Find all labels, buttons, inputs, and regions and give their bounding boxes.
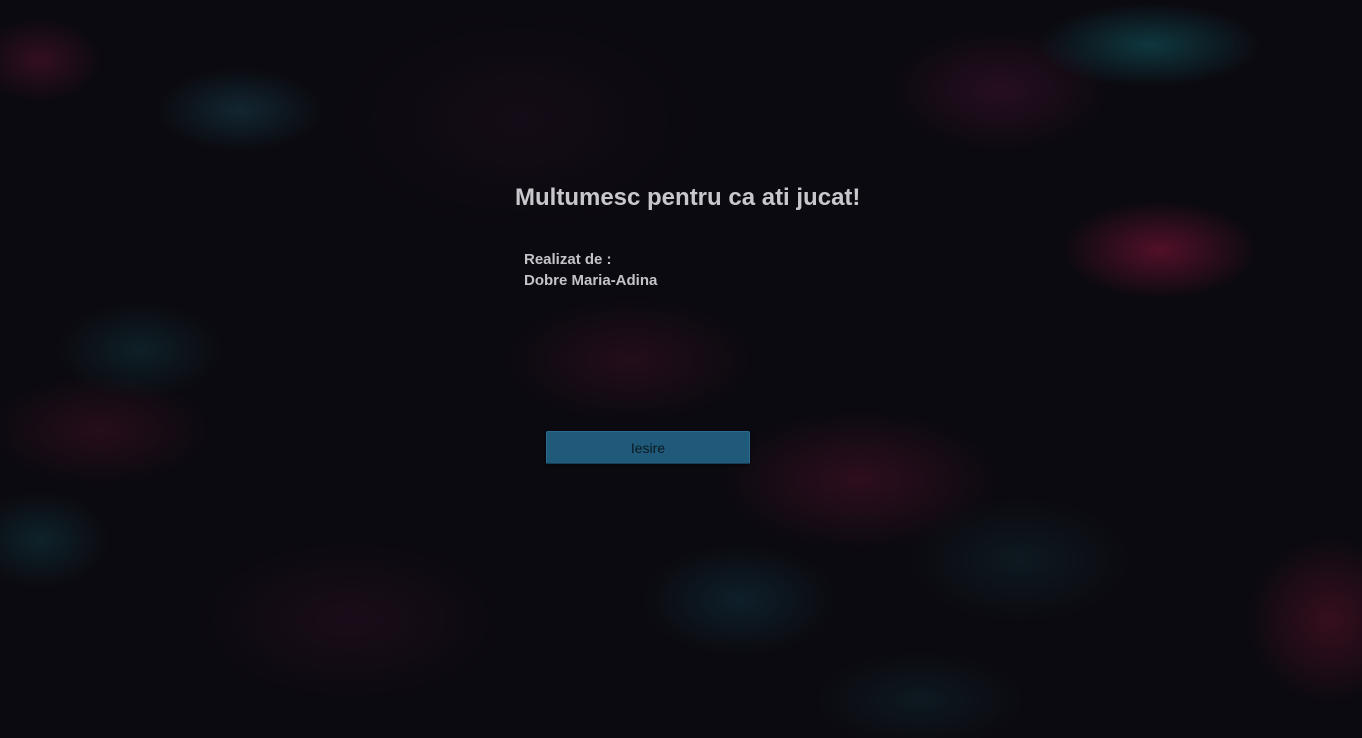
end-screen: Multumesc pentru ca ati jucat! Realizat … (0, 0, 1362, 738)
credits-author-name: Dobre Maria-Adina (524, 272, 658, 289)
credits-label: Realizat de : (524, 251, 612, 268)
thank-you-title: Multumesc pentru ca ati jucat! (515, 184, 861, 211)
exit-button[interactable]: Iesire (546, 431, 750, 464)
